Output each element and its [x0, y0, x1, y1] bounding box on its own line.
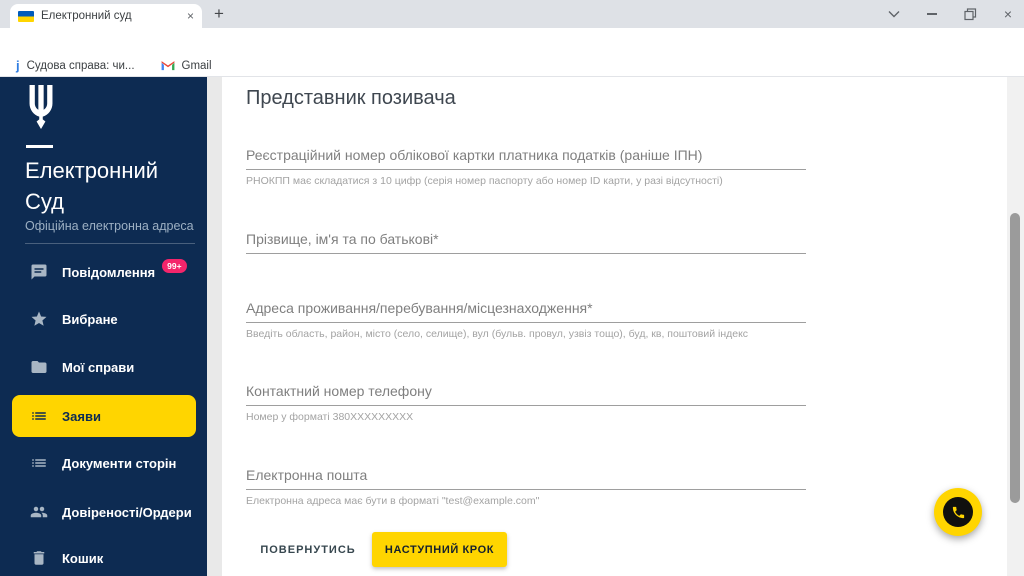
field-hint: Введіть область, район, місто (село, сел…: [246, 328, 846, 340]
logo-underline: [26, 145, 53, 148]
list-icon: [30, 454, 48, 472]
sidebar-item-trash[interactable]: Кошик: [12, 537, 196, 576]
tab-close-icon[interactable]: ×: [187, 9, 194, 23]
new-tab-button[interactable]: +: [206, 3, 232, 25]
field-label-tax-number[interactable]: Реєстраційний номер облікової картки пла…: [246, 147, 806, 163]
app-title: Електронний Суд: [25, 155, 158, 217]
trash-icon: [30, 549, 48, 567]
field-underline: [246, 169, 806, 170]
sidebar-item-favorites[interactable]: Вибране: [12, 298, 196, 340]
sidebar-item-label: Документи сторін: [62, 456, 176, 471]
field-hint: Електронна адреса має бути в форматі "te…: [246, 495, 846, 507]
sidebar-item-my-cases[interactable]: Мої справи: [12, 346, 196, 388]
sidebar-item-powers-of-attorney[interactable]: Довіреності/Ордери: [12, 491, 196, 533]
content-gutter: [207, 77, 222, 576]
window-restore-button[interactable]: [954, 0, 986, 28]
bookmark-item[interactable]: Судова справа: чи...: [27, 60, 135, 72]
sidebar-item-party-documents[interactable]: Документи сторін: [12, 442, 196, 484]
star-icon: [30, 310, 48, 328]
sidebar-item-label: Кошик: [62, 551, 103, 566]
sidebar-item-label: Довіреності/Ордери: [62, 505, 192, 520]
field-label-email[interactable]: Електронна пошта: [246, 467, 806, 483]
list-icon: [30, 407, 48, 425]
folder-icon: [30, 358, 48, 376]
phone-icon: [943, 497, 973, 527]
tab-title: Електронний суд: [41, 10, 181, 22]
sidebar-item-label: Мої справи: [62, 360, 134, 375]
field-label-address[interactable]: Адреса проживання/перебування/місцезнахо…: [246, 300, 806, 316]
field-hint: Номер у форматі 380XXXXXXXXX: [246, 411, 846, 423]
browser-toolbar: ← → cabinet.court.gov.ua/claims/f0c183d1…: [0, 28, 1024, 55]
sidebar: Електронний Суд Офіційна електронна адре…: [0, 77, 207, 576]
field-underline: [246, 489, 806, 490]
bookmark-j-icon: j: [16, 58, 20, 73]
browser-tab[interactable]: Електронний суд ×: [10, 4, 202, 28]
sidebar-item-messages[interactable]: Повідомлення 99+: [12, 251, 196, 293]
next-step-button[interactable]: НАСТУПНИЙ КРОК: [372, 532, 507, 567]
app-title-line1: Електронний: [25, 155, 158, 186]
ukraine-flag-favicon: [18, 11, 34, 22]
page-viewport: Електронний Суд Офіційна електронна адре…: [0, 77, 1024, 576]
scrollbar-thumb[interactable]: [1010, 213, 1020, 503]
support-phone-fab[interactable]: [934, 488, 982, 536]
field-label-full-name[interactable]: Прізвище, ім'я та по батькові*: [246, 231, 806, 247]
tryzub-logo-icon: [26, 83, 56, 131]
tab-strip: Електронний суд × + ×: [0, 0, 1024, 28]
sidebar-item-label: Заяви: [62, 409, 101, 424]
window-minimize-button[interactable]: [916, 0, 948, 28]
gmail-icon: [161, 60, 175, 71]
field-underline: [246, 405, 806, 406]
app-title-line2: Суд: [25, 186, 158, 217]
bookmark-item-gmail[interactable]: Gmail: [182, 60, 212, 72]
form-card: Представник позивача Реєстраційний номер…: [222, 77, 1007, 576]
back-button[interactable]: ПОВЕРНУТИСЬ: [252, 532, 364, 568]
field-underline: [246, 253, 806, 254]
window-chevron-icon[interactable]: [878, 0, 910, 28]
sidebar-item-label: Повідомлення: [62, 265, 155, 280]
bookmarks-bar: j Судова справа: чи... Gmail: [0, 55, 1024, 77]
people-icon: [30, 503, 48, 521]
window-close-button[interactable]: ×: [992, 0, 1024, 28]
sidebar-divider: [25, 243, 195, 244]
field-hint: РНОКПП має складатися з 10 цифр (серія н…: [246, 175, 846, 187]
sidebar-item-claims[interactable]: Заяви: [12, 395, 196, 437]
field-label-phone[interactable]: Контактний номер телефону: [246, 383, 806, 399]
page-title: Представник позивача: [246, 87, 456, 110]
sidebar-item-label: Вибране: [62, 312, 118, 327]
messages-badge: 99+: [162, 259, 186, 273]
field-underline: [246, 322, 806, 323]
chat-icon: [30, 263, 48, 281]
app-subtitle: Офіційна електронна адреса: [25, 219, 194, 233]
page-scrollbar[interactable]: [1007, 77, 1024, 576]
